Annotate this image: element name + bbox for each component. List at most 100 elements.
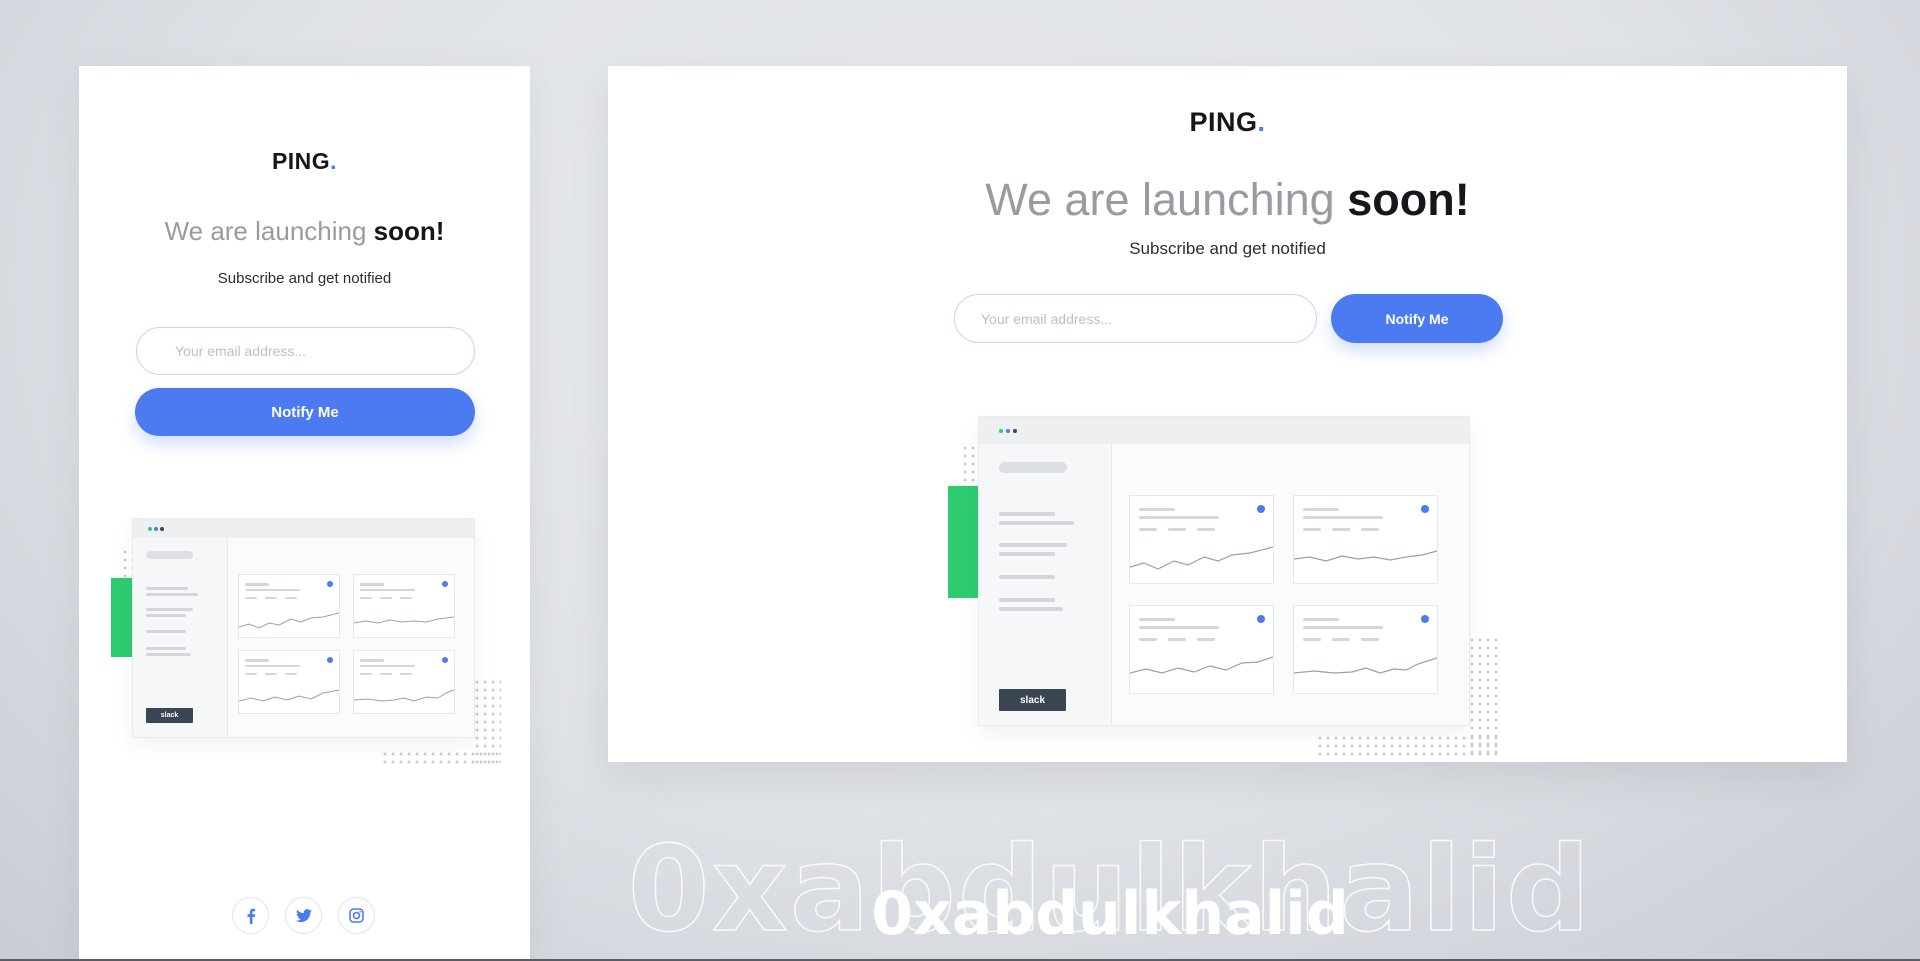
window-dot — [999, 429, 1003, 433]
card-line — [400, 597, 412, 599]
sparkline — [1130, 656, 1273, 674]
card-line — [1139, 516, 1219, 519]
email-input[interactable]: Your email address... — [136, 327, 475, 375]
card-line — [360, 589, 415, 591]
brand-logo: PING. — [271, 148, 338, 174]
green-accent-bar — [948, 486, 982, 598]
card-badge — [1421, 505, 1429, 513]
card-line — [1332, 528, 1350, 531]
card-line — [360, 583, 384, 586]
card-line — [1197, 638, 1215, 641]
dashboard-window: slack — [978, 416, 1470, 726]
card-line — [1303, 516, 1383, 519]
sidebar-line — [146, 608, 193, 611]
window-titlebar — [133, 519, 474, 538]
sidebar-line — [146, 653, 191, 656]
card-line — [1139, 626, 1219, 629]
card-line — [360, 673, 372, 675]
sidebar-line — [146, 630, 186, 633]
card-line — [380, 597, 392, 599]
subtitle: Subscribe and get notified — [217, 270, 392, 287]
dashboard-illustration: slack — [948, 416, 1508, 756]
card-line — [265, 673, 277, 675]
card-line — [1303, 528, 1321, 531]
sparkline — [354, 689, 454, 702]
card-line — [285, 673, 297, 675]
card-line — [1303, 618, 1339, 621]
mobile-preview-card: PING. We are launching soon! Subscribe a… — [79, 66, 530, 961]
window-dot — [160, 527, 164, 531]
window-dot — [148, 527, 152, 531]
sidebar-line — [999, 521, 1074, 525]
sidebar-line — [999, 552, 1055, 556]
sidebar-line — [146, 587, 188, 590]
card-badge — [1421, 615, 1429, 623]
brand-logo: PING. — [1189, 107, 1266, 137]
card-line — [1197, 528, 1215, 531]
desktop-preview-card: PING. We are launching soon! Subscribe a… — [608, 66, 1847, 762]
subtitle: Subscribe and get notified — [1129, 239, 1326, 258]
card-line — [245, 665, 300, 667]
notify-me-button[interactable]: Notify Me — [135, 388, 475, 436]
sparkline — [1130, 546, 1273, 570]
chart-card — [238, 574, 340, 638]
sidebar-line — [999, 598, 1055, 602]
card-line — [400, 673, 412, 675]
card-badge — [1257, 505, 1265, 513]
card-line — [1303, 508, 1339, 511]
chart-card — [1293, 605, 1438, 694]
sparkline — [239, 612, 339, 629]
sidebar-line — [999, 512, 1055, 516]
slack-badge: slack — [999, 689, 1066, 711]
card-line — [1303, 626, 1383, 629]
dashboard-illustration: slack — [111, 518, 501, 768]
sparkline — [239, 689, 339, 702]
watermark-text: 0xabdulkhalid — [871, 879, 1349, 949]
chart-card — [1129, 605, 1274, 694]
email-input[interactable]: Your email address... — [954, 294, 1317, 343]
card-line — [245, 597, 257, 599]
page-title: We are launching soon! — [164, 216, 445, 246]
card-line — [245, 659, 269, 662]
card-line — [1139, 528, 1157, 531]
slack-badge: slack — [146, 708, 193, 723]
card-badge — [327, 581, 333, 587]
window-dot — [1006, 429, 1010, 433]
card-line — [265, 597, 277, 599]
card-line — [1361, 638, 1379, 641]
chart-card — [353, 574, 455, 638]
sidebar-line — [999, 575, 1055, 579]
chart-card — [1293, 495, 1438, 584]
dot-pattern — [1468, 636, 1500, 756]
card-line — [380, 673, 392, 675]
card-line — [1168, 638, 1186, 641]
card-line — [1303, 638, 1321, 641]
window-sidebar: slack — [133, 538, 228, 737]
sidebar-line — [999, 543, 1067, 547]
card-line — [245, 589, 300, 591]
sidebar-line — [146, 647, 186, 650]
card-badge — [327, 657, 333, 663]
chart-card — [1129, 495, 1274, 584]
window-dot — [154, 527, 158, 531]
window-dot — [1013, 429, 1017, 433]
notify-me-button[interactable]: Notify Me — [1331, 294, 1503, 343]
card-line — [1168, 528, 1186, 531]
sidebar-line — [999, 607, 1063, 611]
sparkline — [1294, 657, 1437, 674]
sparkline — [1294, 550, 1437, 562]
dashboard-window: slack — [132, 518, 475, 738]
card-line — [1139, 508, 1175, 511]
chart-card — [353, 650, 455, 714]
dot-pattern — [473, 678, 501, 768]
window-titlebar — [979, 417, 1469, 444]
sidebar-line — [146, 614, 186, 617]
card-line — [245, 583, 269, 586]
card-badge — [1257, 615, 1265, 623]
window-sidebar: slack — [979, 444, 1112, 725]
card-line — [1139, 618, 1175, 621]
sidebar-dropdown — [999, 462, 1067, 473]
card-badge — [442, 657, 448, 663]
sidebar-dropdown — [146, 551, 193, 559]
card-line — [360, 665, 415, 667]
